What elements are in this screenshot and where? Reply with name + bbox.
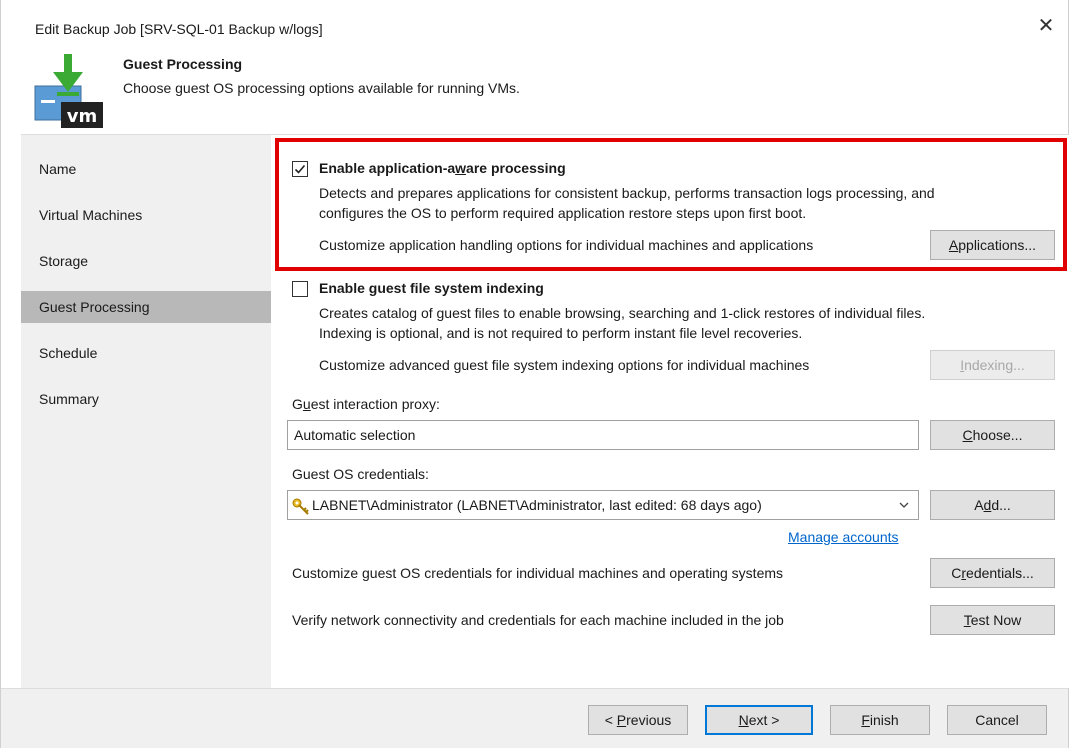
proxy-field[interactable]: Automatic selection [287,420,919,450]
page-subtitle: Choose guest OS processing options avail… [123,80,520,96]
sidebar-item-name[interactable]: Name [21,153,271,185]
credentials-customize-text: Customize guest OS credentials for indiv… [292,565,784,581]
finish-button[interactable]: Finish [830,705,930,735]
wizard-steps-sidebar: Name Virtual Machines Storage Guest Proc… [21,134,271,688]
credentials-value: LABNET\Administrator (LABNET\Administrat… [312,497,762,513]
sidebar-item-guest-processing[interactable]: Guest Processing [21,291,271,323]
add-credentials-button[interactable]: Add... [930,490,1055,520]
close-icon[interactable]: ✕ [1034,14,1058,38]
test-now-button[interactable]: Test Now [930,605,1055,635]
indexing-checkbox[interactable] [292,281,308,297]
credentials-label: Guest OS credentials: [292,466,429,482]
sidebar-item-summary[interactable]: Summary [21,383,271,415]
indexing-description-line2: Indexing is optional, and is not require… [319,325,803,341]
vm-backup-icon: vm [31,52,107,130]
verify-text: Verify network connectivity and credenti… [292,612,784,628]
title-bar: Edit Backup Job [SRV-SQL-01 Backup w/log… [1,0,1068,44]
choose-button[interactable]: Choose... [930,420,1055,450]
indexing-label[interactable]: Enable guest file system indexing [319,280,544,296]
indexing-description-line1: Creates catalog of guest files to enable… [319,305,926,321]
previous-button[interactable]: < Previous [588,705,688,735]
manage-accounts-link[interactable]: Manage accounts [788,529,899,545]
highlight-frame [275,138,1067,271]
proxy-label: Guest interaction proxy: [292,396,440,412]
vm-logo-text: vm [67,106,98,127]
wizard-footer: < Previous Next > Finish Cancel [1,688,1068,748]
indexing-button[interactable]: Indexing... [930,350,1055,380]
edit-backup-job-dialog: Edit Backup Job [SRV-SQL-01 Backup w/log… [0,0,1069,748]
next-button[interactable]: Next > [705,705,813,735]
key-icon [292,497,310,525]
indexing-customize-text: Customize advanced guest file system ind… [319,357,810,373]
wizard-header: vm Guest Processing Choose guest OS proc… [1,44,1068,134]
sidebar-item-schedule[interactable]: Schedule [21,337,271,369]
sidebar-item-storage[interactable]: Storage [21,245,271,277]
window-title: Edit Backup Job [SRV-SQL-01 Backup w/log… [35,21,323,37]
credentials-dropdown[interactable]: LABNET\Administrator (LABNET\Administrat… [287,490,919,520]
chevron-down-icon [898,491,910,529]
credentials-button[interactable]: Credentials... [930,558,1055,588]
page-title: Guest Processing [123,56,243,72]
cancel-button[interactable]: Cancel [947,705,1047,735]
sidebar-item-virtual-machines[interactable]: Virtual Machines [21,199,271,231]
